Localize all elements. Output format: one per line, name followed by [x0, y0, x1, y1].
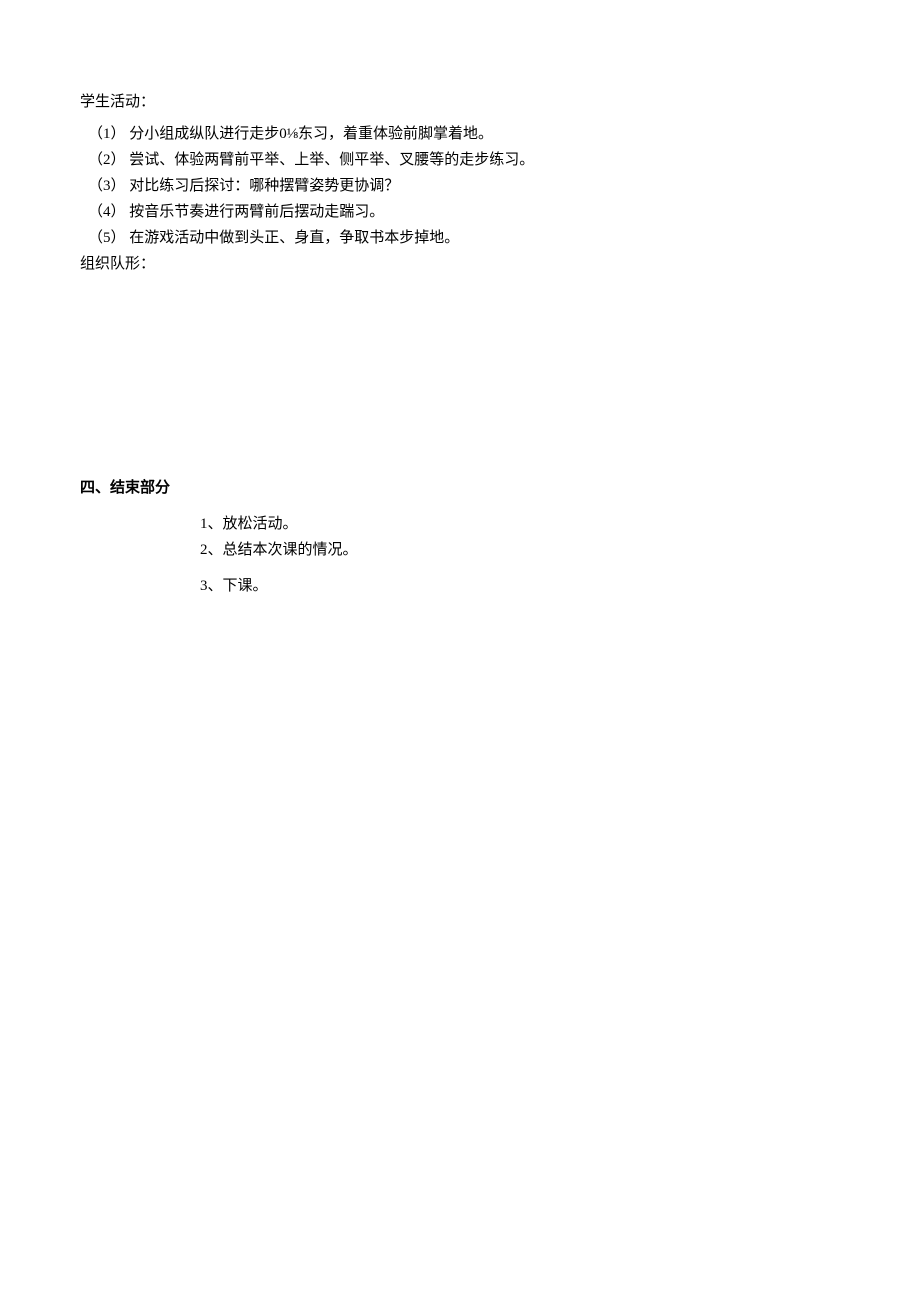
activity-number: （5） — [88, 226, 126, 250]
activity-number: （2） — [88, 148, 126, 172]
end-number: 3 — [200, 578, 208, 594]
end-sep: 、 — [208, 578, 223, 594]
activity-item-5: （5） 在游戏活动中做到头正、身直，争取书本步掉地。 — [88, 226, 840, 250]
activity-item-1: （1） 分小组成纵队进行走步0⅛东习，着重体验前脚掌着地。 — [88, 122, 840, 146]
activity-text: 在游戏活动中做到头正、身直，争取书本步掉地。 — [129, 230, 459, 246]
activity-number: （3） — [88, 174, 126, 198]
end-text: 下课。 — [223, 578, 268, 594]
end-number: 1 — [200, 516, 208, 532]
end-item-3: 3、下课。 — [200, 574, 840, 598]
section-four: 四、结束部分 1、放松活动。 2、总结本次课的情况。 3、下课。 — [80, 476, 840, 598]
activity-item-3: （3） 对比练习后探讨：哪种摆臂姿势更协调？ — [88, 174, 840, 198]
activity-text: 按音乐节奏进行两臂前后摆动走踹习。 — [129, 204, 384, 220]
end-item-2: 2、总结本次课的情况。 — [200, 538, 840, 562]
activity-text: 分小组成纵队进行走步0⅛东习，着重体验前脚掌着地。 — [129, 126, 493, 142]
section-four-heading: 四、结束部分 — [80, 476, 840, 500]
activity-number: （1） — [88, 122, 126, 146]
end-sep: 、 — [208, 516, 223, 532]
student-activities-section: 学生活动： （1） 分小组成纵队进行走步0⅛东习，着重体验前脚掌着地。 （2） … — [80, 90, 840, 276]
activity-item-2: （2） 尝试、体验两臂前平举、上举、侧平举、叉腰等的走步练习。 — [88, 148, 840, 172]
end-sep: 、 — [208, 542, 223, 558]
formation-label: 组织队形： — [80, 252, 840, 276]
end-item-1: 1、放松活动。 — [200, 512, 840, 536]
end-text: 放松活动。 — [223, 516, 298, 532]
end-number: 2 — [200, 542, 208, 558]
activity-text: 尝试、体验两臂前平举、上举、侧平举、叉腰等的走步练习。 — [129, 152, 534, 168]
activity-item-4: （4） 按音乐节奏进行两臂前后摆动走踹习。 — [88, 200, 840, 224]
activity-text: 对比练习后探讨：哪种摆臂姿势更协调？ — [129, 178, 399, 194]
end-text: 总结本次课的情况。 — [223, 542, 358, 558]
student-activities-heading: 学生活动： — [80, 90, 840, 114]
activity-number: （4） — [88, 200, 126, 224]
end-list: 1、放松活动。 2、总结本次课的情况。 3、下课。 — [200, 512, 840, 598]
